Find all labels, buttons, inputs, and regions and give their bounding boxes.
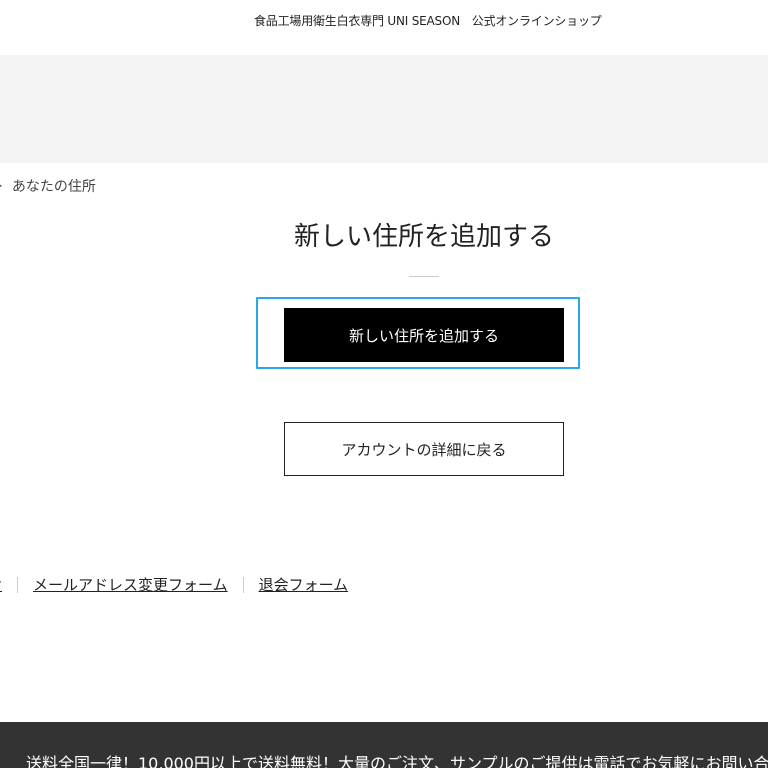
page-title: 新しい住所を追加する: [293, 222, 554, 252]
hero-band: [0, 55, 768, 163]
hero-title: ト: [0, 84, 4, 133]
breadcrumb-current: あなたの住所: [11, 179, 96, 195]
footer-link-contact[interactable]: わせ: [0, 574, 2, 595]
footer-link-email-change[interactable]: メールアドレス変更フォーム: [33, 574, 228, 595]
shipping-banner-text: 送料全国一律！10,000円以上で送料無料！大量のご注文、サンプルのご提供は電話…: [26, 754, 768, 768]
add-address-button[interactable]: 新しい住所を追加する: [284, 308, 564, 362]
breadcrumb: ト > あなたの住所: [0, 176, 96, 196]
breadcrumb-separator-icon: >: [0, 179, 3, 194]
footer-links: わせ メールアドレス変更フォーム 退会フォーム: [0, 574, 348, 595]
site-tagline: 食品工場用衛生白衣専門 UNI SEASON 公式オンラインショップ: [254, 14, 602, 28]
title-divider: [409, 276, 439, 277]
footer-divider: [17, 576, 19, 593]
shipping-banner: 送料全国一律！10,000円以上で送料無料！大量のご注文、サンプルのご提供は電話…: [0, 722, 768, 768]
back-to-account-button[interactable]: アカウントの詳細に戻る: [284, 422, 564, 476]
footer-link-withdraw[interactable]: 退会フォーム: [259, 574, 349, 595]
footer-divider: [242, 576, 244, 593]
